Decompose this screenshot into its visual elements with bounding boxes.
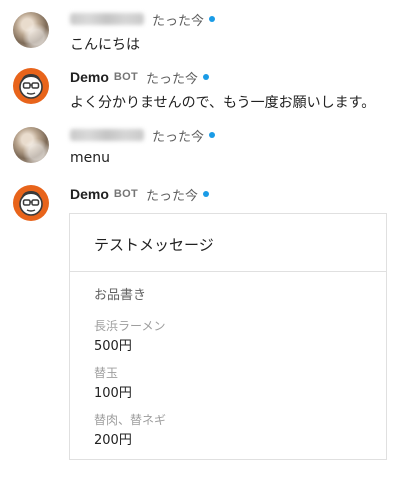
online-dot-icon bbox=[209, 132, 216, 138]
bot-avatar[interactable] bbox=[13, 185, 49, 221]
bot-face-icon bbox=[19, 191, 43, 216]
message-text: menu bbox=[70, 150, 110, 166]
bot-name: Demo bbox=[70, 186, 109, 202]
bot-face-icon bbox=[19, 74, 43, 99]
card-heading: お品書き bbox=[94, 288, 147, 303]
timestamp: たった今 bbox=[152, 129, 205, 145]
menu-item-name: 替玉 bbox=[94, 366, 119, 380]
card-title: テストメッセージ bbox=[94, 236, 214, 254]
online-dot-icon bbox=[203, 74, 210, 80]
menu-card: テストメッセージ お品書き 長浜ラーメン 500円 替玉 100円 替肉、替ネギ… bbox=[69, 213, 387, 460]
user-name-blurred bbox=[70, 13, 144, 25]
timestamp: たった今 bbox=[152, 13, 205, 29]
timestamp: たった今 bbox=[146, 188, 199, 204]
menu-item-price: 100円 bbox=[94, 386, 132, 401]
bot-badge: BOT bbox=[113, 188, 139, 200]
message-meta: たった今 bbox=[70, 10, 216, 29]
bot-name: Demo bbox=[70, 69, 109, 85]
user-avatar[interactable] bbox=[13, 12, 49, 48]
online-dot-icon bbox=[203, 191, 210, 197]
card-divider bbox=[70, 271, 386, 272]
menu-item-name: 替肉、替ネギ bbox=[94, 413, 167, 427]
menu-item-price: 200円 bbox=[94, 433, 132, 448]
message-meta: Demo BOT たった今 bbox=[70, 185, 210, 204]
bot-badge: BOT bbox=[113, 71, 139, 83]
message-text: こんにちは bbox=[70, 37, 140, 53]
menu-item-price: 500円 bbox=[94, 339, 132, 354]
online-dot-icon bbox=[209, 16, 216, 22]
user-avatar[interactable] bbox=[13, 127, 49, 163]
message-meta: Demo BOT たった今 bbox=[70, 68, 210, 87]
timestamp: たった今 bbox=[146, 71, 199, 87]
user-name-blurred bbox=[70, 129, 144, 141]
message-meta: たった今 bbox=[70, 126, 216, 145]
message-text: よく分かりませんので、もう一度お願いします。 bbox=[70, 95, 376, 111]
menu-item-name: 長浜ラーメン bbox=[94, 319, 166, 333]
bot-avatar[interactable] bbox=[13, 68, 49, 104]
